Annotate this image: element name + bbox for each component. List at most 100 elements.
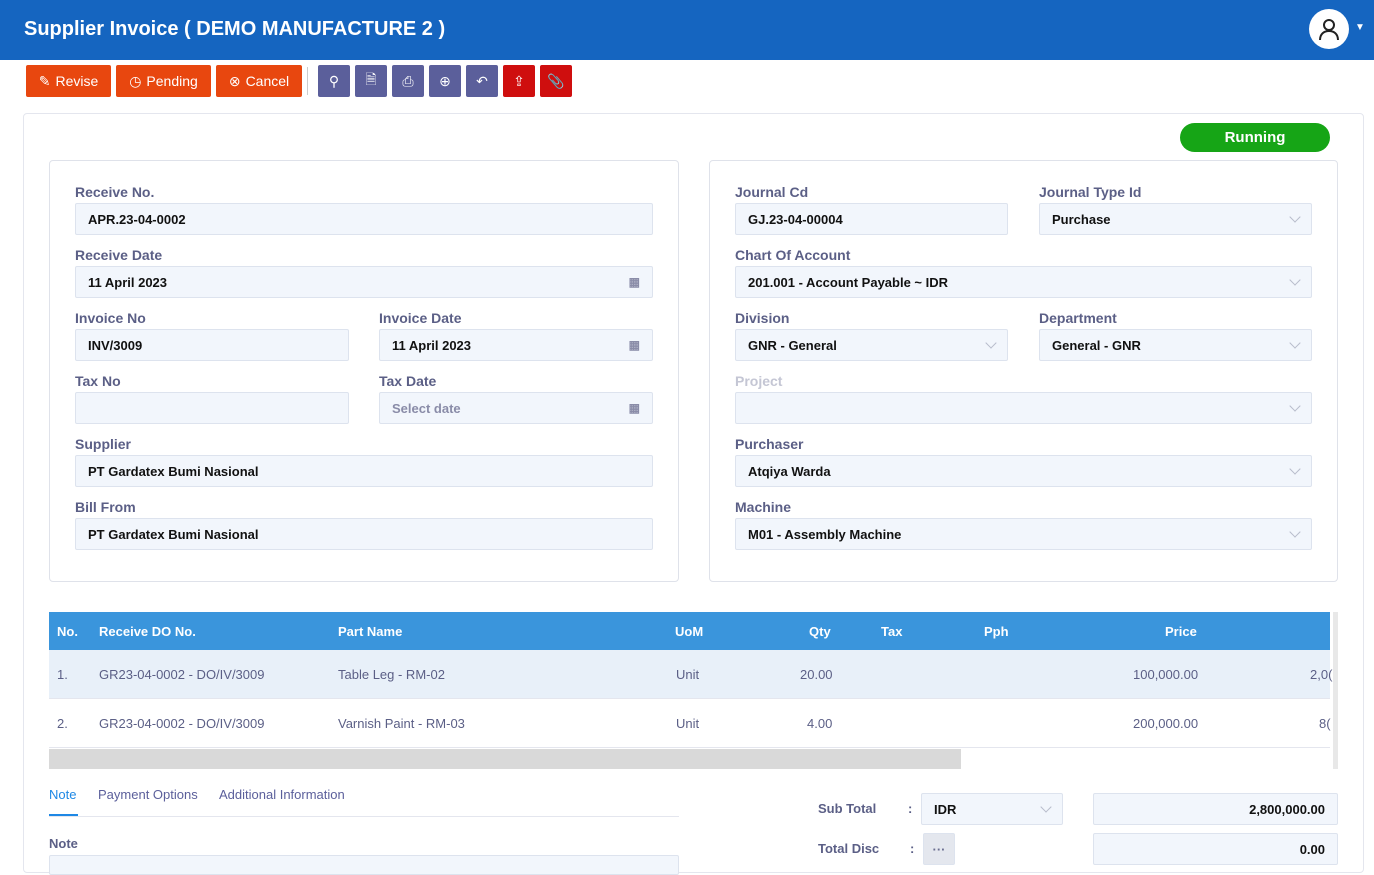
col-pph: Pph — [984, 624, 1009, 639]
chevron-down-icon — [1289, 463, 1301, 475]
scrollbar-thumb[interactable] — [49, 749, 961, 769]
journal-cd-label: Journal Cd — [735, 184, 809, 200]
tab-divider — [49, 816, 679, 817]
currency-value: IDR — [934, 801, 957, 817]
user-avatar[interactable] — [1309, 9, 1349, 49]
upload-icon: ⇪ — [513, 72, 525, 89]
machine-select[interactable]: M01 - Assembly Machine — [735, 518, 1312, 550]
invoice-date-field[interactable]: 11 April 2023 ▦ — [379, 329, 653, 361]
table-edge-shadow — [1333, 612, 1338, 769]
clock-icon: ◷ — [129, 72, 142, 89]
invoice-date-label: Invoice Date — [379, 310, 462, 326]
cell-amount: 2,0( — [1310, 667, 1333, 682]
back-button[interactable]: ↶ — [466, 65, 498, 97]
note-label: Note — [49, 836, 78, 851]
calendar-icon: ▦ — [628, 401, 640, 415]
cell-price: 100,000.00 — [1133, 667, 1199, 682]
journal-cd-field[interactable]: GJ.23-04-00004 — [735, 203, 1008, 235]
total-disc-more-button[interactable]: ··· — [923, 833, 955, 865]
col-tax: Tax — [881, 624, 903, 639]
journal-type-select[interactable]: Purchase — [1039, 203, 1312, 235]
currency-select[interactable]: IDR — [921, 793, 1063, 825]
supplier-label: Supplier — [75, 436, 132, 452]
calendar-icon: ▦ — [628, 275, 640, 289]
journal-type-label: Journal Type Id — [1039, 184, 1142, 200]
cell-amount: 8( — [1319, 716, 1331, 731]
tax-no-label: Tax No — [75, 373, 121, 389]
coa-value: 201.001 - Account Payable ~ IDR — [748, 274, 949, 290]
invoice-no-field[interactable]: INV/3009 — [75, 329, 349, 361]
project-select[interactable] — [735, 392, 1312, 424]
machine-value: M01 - Assembly Machine — [748, 526, 902, 542]
edit-icon: ✎ — [38, 72, 51, 89]
chevron-down-icon — [1289, 274, 1301, 286]
division-value: GNR - General — [748, 337, 837, 353]
purchaser-value: Atqiya Warda — [748, 463, 831, 479]
chevron-down-icon[interactable]: ▼ — [1355, 22, 1365, 33]
upload-button[interactable]: ⇪ — [503, 65, 535, 97]
top-bar: Supplier Invoice ( DEMO MANUFACTURE 2 ) … — [0, 0, 1374, 60]
tax-no-field[interactable] — [75, 392, 349, 424]
col-price: Price — [1165, 624, 1197, 639]
division-label: Division — [735, 310, 790, 326]
cell-uom: Unit — [676, 667, 700, 682]
coa-select[interactable]: 201.001 - Account Payable ~ IDR — [735, 266, 1312, 298]
document-search-icon: 🗎 — [365, 71, 377, 87]
machine-label: Machine — [735, 499, 792, 515]
cell-uom: Unit — [676, 716, 700, 731]
attachment-button[interactable]: 📎 — [540, 65, 572, 97]
pending-button[interactable]: ◷ Pending — [116, 65, 211, 97]
cell-receive-do: GR23-04-0002 - DO/IV/3009 — [99, 716, 265, 731]
col-part-name: Part Name — [338, 624, 403, 639]
tax-date-field[interactable]: Select date ▦ — [379, 392, 653, 424]
colon: : — [910, 841, 915, 856]
search-button[interactable]: ⚲ — [318, 65, 350, 97]
cell-part-name: Varnish Paint - RM-03 — [338, 716, 465, 731]
plus-circle-icon: ⊕ — [439, 72, 451, 89]
chevron-down-icon — [1289, 400, 1301, 412]
table-header: No. Receive DO No. Part Name UoM Qty Tax… — [49, 612, 1330, 650]
toolbar-divider — [307, 67, 308, 95]
table-row[interactable]: 1. GR23-04-0002 - DO/IV/3009 Table Leg -… — [49, 650, 1333, 699]
note-field[interactable] — [49, 855, 679, 875]
purchaser-select[interactable]: Atqiya Warda — [735, 455, 1312, 487]
tax-date-label: Tax Date — [379, 373, 437, 389]
revise-button[interactable]: ✎ Revise — [26, 65, 111, 97]
bill-from-field[interactable]: PT Gardatex Bumi Nasional — [75, 518, 653, 550]
print-icon: ⎙ — [402, 72, 414, 89]
table-row[interactable]: 2. GR23-04-0002 - DO/IV/3009 Varnish Pai… — [49, 699, 1331, 748]
receive-date-label: Receive Date — [75, 247, 163, 263]
department-value: General - GNR — [1052, 337, 1141, 353]
receive-date-value: 11 April 2023 — [88, 274, 168, 290]
project-label: Project — [735, 373, 783, 389]
print-button[interactable]: ⎙ — [392, 65, 424, 97]
calendar-icon: ▦ — [628, 338, 640, 352]
table-horizontal-scrollbar[interactable] — [49, 749, 1330, 769]
tab-payment-options[interactable]: Payment Options — [98, 787, 198, 802]
sub-total-label: Sub Total — [818, 801, 877, 816]
sub-total-field: 2,800,000.00 — [1093, 793, 1338, 825]
chevron-down-icon — [1289, 526, 1301, 538]
invoice-no-label: Invoice No — [75, 310, 146, 326]
col-qty: Qty — [809, 624, 831, 639]
cancel-button[interactable]: ⊗ Cancel — [216, 65, 302, 97]
department-select[interactable]: General - GNR — [1039, 329, 1312, 361]
add-button[interactable]: ⊕ — [429, 65, 461, 97]
cell-no: 1. — [57, 667, 68, 682]
cell-price: 200,000.00 — [1133, 716, 1199, 731]
active-tab-indicator — [49, 814, 78, 816]
bill-from-label: Bill From — [75, 499, 136, 515]
cell-qty: 4.00 — [807, 716, 833, 731]
receive-date-field[interactable]: 11 April 2023 ▦ — [75, 266, 653, 298]
chevron-down-icon — [985, 337, 997, 349]
cancel-icon: ⊗ — [228, 72, 241, 89]
division-select[interactable]: GNR - General — [735, 329, 1008, 361]
tab-additional-information[interactable]: Additional Information — [219, 787, 345, 802]
col-uom: UoM — [675, 624, 704, 639]
search-icon: ⚲ — [328, 72, 340, 89]
supplier-field[interactable]: PT Gardatex Bumi Nasional — [75, 455, 653, 487]
receive-no-field[interactable]: APR.23-04-0002 — [75, 203, 653, 235]
col-receive-do: Receive DO No. — [99, 624, 196, 639]
preview-button[interactable]: 🗎 — [355, 65, 387, 97]
tab-note[interactable]: Note — [49, 787, 76, 802]
